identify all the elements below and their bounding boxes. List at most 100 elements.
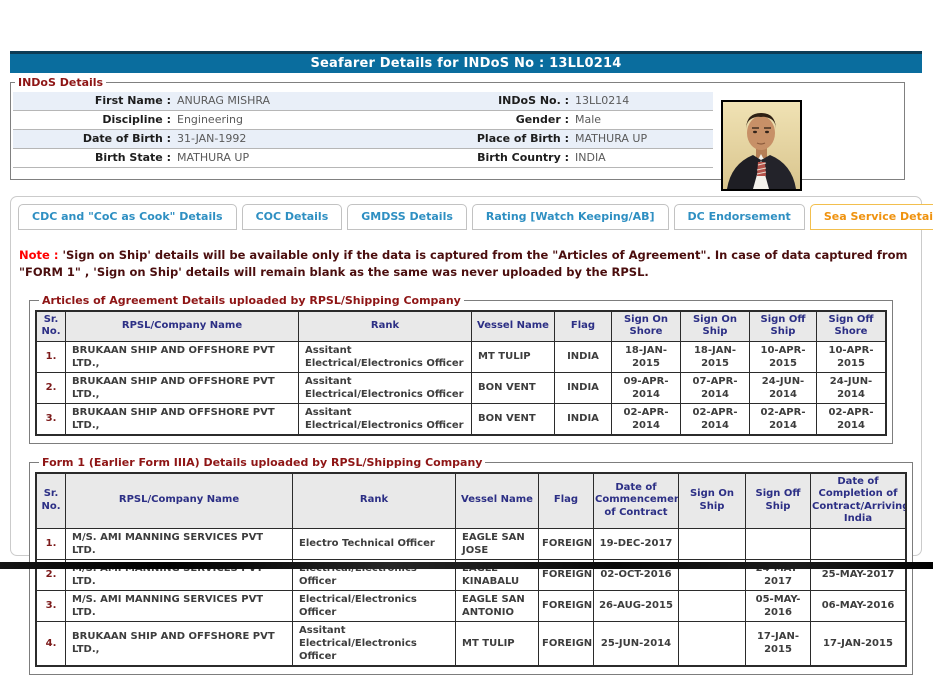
table-cell: 07-APR-2014 [681, 372, 750, 403]
field-birth-state: Birth State : MATHURA UP [13, 149, 451, 167]
page-title: Seafarer Details for INDoS No : 13LL0214 [10, 51, 922, 73]
table-cell: Assitant Electrical/Electronics Officer [299, 372, 472, 403]
field-value: Male [575, 111, 601, 129]
column-header-sr-no: Sr. No. [36, 473, 66, 529]
column-header-rank: Rank [299, 311, 472, 342]
column-header-vessel-name: Vessel Name [456, 473, 539, 529]
column-header-date-of-commencement-of-contract: Date of Commencement of Contract [594, 473, 679, 529]
field-date-of-birth: Date of Birth :31-JAN-1992 [13, 130, 451, 148]
table-cell: 17-JAN-2015 [746, 621, 811, 666]
column-header-sign-on-ship: Sign On Ship [681, 311, 750, 342]
table-cell: M/S. AMI MANNING SERVICES PVT LTD. [66, 590, 293, 621]
table-cell: 3. [36, 590, 66, 621]
info-row: Birth State :MATHURA UPBirth Country :IN… [13, 149, 713, 168]
bottom-window-edge [0, 562, 933, 569]
table-cell [811, 528, 907, 559]
table-row: 3.BRUKAAN SHIP AND OFFSHORE PVT LTD.,Ass… [36, 403, 886, 435]
table-cell [679, 590, 746, 621]
tab-coc-details[interactable]: COC Details [242, 204, 343, 230]
table-cell: 10-APR-2015 [750, 341, 817, 372]
table-cell: MT TULIP [472, 341, 555, 372]
column-header-sign-off-ship: Sign Off Ship [746, 473, 811, 529]
table-cell: Electro Technical Officer [293, 528, 456, 559]
form1-table: Sr. No.RPSL/Company NameRankVessel NameF… [35, 472, 907, 667]
table-cell: Assitant Electrical/Electronics Officer [299, 403, 472, 435]
table-cell: 3. [36, 403, 66, 435]
table-cell: 06-MAY-2016 [811, 590, 907, 621]
table-cell: 25-JUN-2014 [594, 621, 679, 666]
table-cell: 02-APR-2014 [750, 403, 817, 435]
table-cell: MT TULIP [456, 621, 539, 666]
field-label: First Name : [13, 92, 171, 110]
table-cell: BRUKAAN SHIP AND OFFSHORE PVT LTD., [66, 372, 299, 403]
table-cell: 02-APR-2014 [817, 403, 887, 435]
table-row: 2.BRUKAAN SHIP AND OFFSHORE PVT LTD.,Ass… [36, 372, 886, 403]
column-header-sign-off-shore: Sign Off Shore [817, 311, 887, 342]
field-label: Birth State : [13, 149, 171, 167]
table-cell: 05-MAY-2016 [746, 590, 811, 621]
table-row: 1.M/S. AMI MANNING SERVICES PVT LTD.Elec… [36, 528, 906, 559]
field-value: MATHURA UP [575, 130, 647, 148]
table-cell: BON VENT [472, 372, 555, 403]
field-discipline: Discipline : Engineering [13, 111, 451, 129]
info-row: Date of Birth :31-JAN-1992Place of Birth… [13, 130, 713, 149]
field-label: Place of Birth : [451, 130, 569, 148]
column-header-rank: Rank [293, 473, 456, 529]
table-cell: 1. [36, 528, 66, 559]
column-header-rpsl-company-name: RPSL/Company Name [66, 311, 299, 342]
note-prefix: Note : [19, 248, 58, 262]
table-row: 3.M/S. AMI MANNING SERVICES PVT LTD.Elec… [36, 590, 906, 621]
table-cell: 09-APR-2014 [612, 372, 681, 403]
indos-details-legend: INDoS Details [15, 76, 106, 89]
tab-panel: CDC and "CoC as Cook" DetailsCOC Details… [10, 196, 922, 556]
column-header-sign-on-ship: Sign On Ship [679, 473, 746, 529]
table-cell: INDIA [555, 372, 612, 403]
seafarer-photo [721, 100, 802, 191]
field-label: Date of Birth : [13, 130, 171, 148]
column-header-rpsl-company-name: RPSL/Company Name [66, 473, 293, 529]
table-cell: EAGLE SAN ANTONIO [456, 590, 539, 621]
note: Note : 'Sign on Ship' details will be av… [19, 247, 911, 282]
table-cell: 4. [36, 621, 66, 666]
table-cell: 18-JAN-2015 [681, 341, 750, 372]
field-value: Engineering [177, 111, 243, 129]
tab-dc-endorsement[interactable]: DC Endorsement [674, 204, 805, 230]
table-cell [679, 528, 746, 559]
table-cell: BON VENT [472, 403, 555, 435]
table-cell: EAGLE SAN JOSE [456, 528, 539, 559]
field-place-of-birth: Place of Birth : MATHURA UP [451, 130, 713, 148]
column-header-vessel-name: Vessel Name [472, 311, 555, 342]
table-cell: 10-APR-2015 [817, 341, 887, 372]
indos-details-section: INDoS Details First Name : ANURAG MISHRA I… [10, 76, 905, 180]
field-label: Gender : [451, 111, 569, 129]
tab-cdc-and-coc-as-cook-details[interactable]: CDC and "CoC as Cook" Details [18, 204, 237, 230]
table-cell: BRUKAAN SHIP AND OFFSHORE PVT LTD., [66, 341, 299, 372]
field-label: Discipline : [13, 111, 171, 129]
tab-sea-service-details[interactable]: Sea Service Details [810, 204, 933, 230]
table-cell: BRUKAAN SHIP AND OFFSHORE PVT LTD., [66, 621, 293, 666]
table-cell: 2. [36, 372, 66, 403]
table-cell: 02-APR-2014 [612, 403, 681, 435]
table-cell: Assitant Electrical/Electronics Officer [293, 621, 456, 666]
column-header-flag: Flag [555, 311, 612, 342]
field-value: ANURAG MISHRA [177, 92, 270, 110]
table-cell [746, 528, 811, 559]
field-value: MATHURA UP [177, 149, 249, 167]
table-cell: 02-APR-2014 [681, 403, 750, 435]
header-row: Sr. No.RPSL/Company NameRankVessel NameF… [36, 473, 906, 529]
table-row: 1.BRUKAAN SHIP AND OFFSHORE PVT LTD.,Ass… [36, 341, 886, 372]
field-value: INDIA [575, 149, 606, 167]
table-cell [679, 621, 746, 666]
note-body: 'Sign on Ship' details will be available… [19, 248, 907, 279]
field-label: INDoS No. : [451, 92, 569, 110]
table-cell: FOREIGN [539, 621, 594, 666]
column-header-flag: Flag [539, 473, 594, 529]
info-row: First Name :ANURAG MISHRAINDoS No. :13LL… [13, 92, 713, 111]
table-cell: FOREIGN [539, 528, 594, 559]
tab-rating-watch-keeping-ab[interactable]: Rating [Watch Keeping/AB] [472, 204, 669, 230]
field-first-name: First Name : ANURAG MISHRA [13, 92, 451, 110]
tab-gmdss-details[interactable]: GMDSS Details [347, 204, 467, 230]
table-cell: 18-JAN-2015 [612, 341, 681, 372]
field-gender: Gender : Male [451, 111, 713, 129]
articles-of-agreement-section: Articles of Agreement Details uploaded b… [29, 294, 893, 444]
